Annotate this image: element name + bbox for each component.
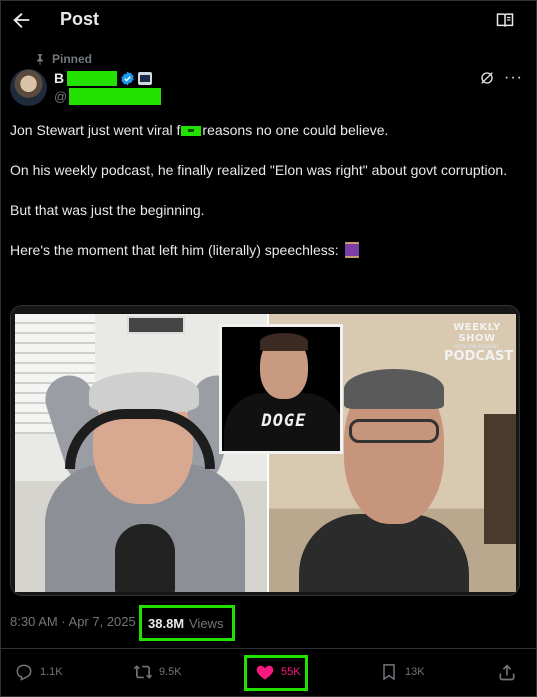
- repost-count: 9.5K: [159, 666, 182, 678]
- avatar[interactable]: [10, 69, 47, 106]
- reply-count: 1.1K: [40, 666, 63, 678]
- arrow-left-icon[interactable]: [10, 9, 32, 31]
- heart-icon: [256, 665, 274, 680]
- bookmark-icon: [383, 664, 395, 681]
- guest-hair: [344, 369, 444, 409]
- guest-glasses: [349, 419, 439, 443]
- inset-photo: DOGE: [219, 324, 343, 454]
- redaction-handle: [69, 88, 162, 105]
- post-timestamp[interactable]: 8:30 AM · Apr 7, 2025: [10, 614, 136, 629]
- host-hair: [89, 372, 199, 412]
- reply-icon: [16, 664, 32, 681]
- more-options-icon[interactable]: ···: [504, 69, 523, 87]
- post-paragraph: Here's the moment that left him (literal…: [10, 240, 525, 260]
- pinned-indicator: Pinned: [34, 52, 92, 66]
- post-media[interactable]: WEEKLY SHOW WITH JON STEWART PODCAST DOG…: [10, 305, 520, 596]
- guest-body: [299, 514, 469, 592]
- post-paragraph: Jon Stewart just went viral f reasons no …: [10, 122, 389, 138]
- repost-button[interactable]: 9.5K: [133, 662, 182, 682]
- inset-hair: [260, 333, 308, 351]
- bookmark-count: 13K: [405, 666, 425, 678]
- post-paragraph: But that was just the beginning.: [10, 202, 205, 218]
- repost-icon: [133, 665, 153, 679]
- inset-shirt-text: DOGE: [261, 411, 307, 431]
- reply-button[interactable]: 1.1K: [14, 662, 63, 682]
- page-title: Post: [60, 9, 100, 29]
- post-text: Jon Stewart just went viral f reasons no …: [10, 120, 525, 280]
- wall-picture: [127, 316, 185, 334]
- like-count: 55K: [281, 666, 301, 678]
- microphone: [115, 524, 175, 592]
- podcast-logo: WEEKLY SHOW WITH JON STEWART PODCAST: [444, 322, 514, 364]
- author-name-row[interactable]: B: [54, 69, 153, 87]
- thread-spool-icon: [344, 242, 359, 258]
- header: Post: [0, 0, 537, 42]
- author-handle-row[interactable]: @: [54, 88, 162, 105]
- affiliation-badge-icon: [138, 71, 153, 85]
- grok-icon[interactable]: [479, 70, 495, 86]
- post-paragraph: On his weekly podcast, he finally realiz…: [10, 162, 508, 178]
- redaction-name: [67, 70, 118, 86]
- divider: [0, 648, 537, 649]
- like-button[interactable]: 55K: [255, 662, 301, 682]
- bookmark-button[interactable]: 13K: [379, 662, 425, 682]
- video-frame[interactable]: WEEKLY SHOW WITH JON STEWART PODCAST DOG…: [15, 314, 516, 592]
- views-count[interactable]: 38.8M: [148, 616, 184, 631]
- pinned-label: Pinned: [52, 52, 93, 66]
- views-label: Views: [189, 616, 224, 631]
- share-icon: [499, 664, 515, 681]
- author-handle[interactable]: @: [54, 89, 67, 104]
- door: [484, 414, 516, 544]
- verified-badge-icon: [121, 71, 134, 85]
- reader-icon[interactable]: [495, 10, 515, 30]
- author-name[interactable]: B: [54, 70, 64, 86]
- pin-icon: [37, 54, 43, 65]
- redaction-inline: [181, 126, 202, 137]
- share-button[interactable]: [497, 662, 517, 682]
